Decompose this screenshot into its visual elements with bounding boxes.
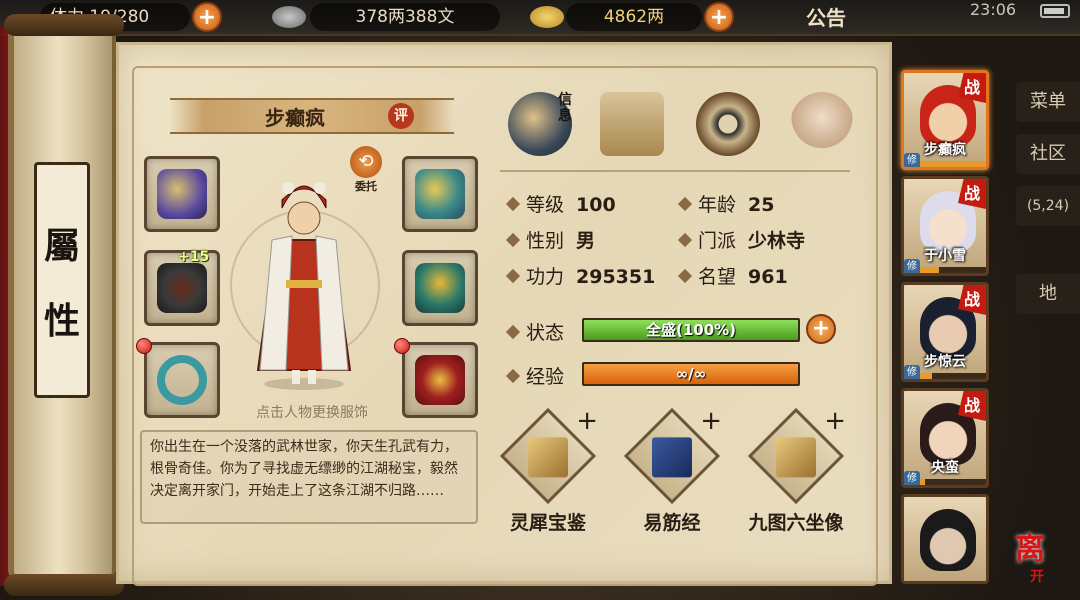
change-outfit-hint: 点击人物更换服饰	[256, 405, 368, 421]
diamond-bullet-icon	[677, 268, 693, 284]
cultivate-badge: 修	[904, 153, 920, 167]
golden-book-icon	[776, 437, 816, 478]
section-divider	[500, 170, 850, 172]
helmet-icon	[415, 169, 465, 219]
scroll-rod-top	[4, 14, 124, 36]
exp-bar: ∞/∞	[582, 362, 800, 386]
scroll-rod-bottom	[4, 574, 124, 596]
roster-bar	[918, 267, 986, 273]
notice-button[interactable]: 公告	[806, 2, 846, 31]
side-place: 地	[1016, 274, 1080, 314]
community-button[interactable]: 社区	[1016, 134, 1080, 174]
attributes-tab-char1: 屬	[43, 224, 80, 267]
character-sprite[interactable]	[246, 170, 362, 392]
exp-bar-text: ∞/∞	[675, 365, 707, 383]
party-roster: 战 步癫疯 修 战 于小雪 修 战 步惊云 修 战 央蛮 修	[895, 62, 997, 584]
skill-slot-1[interactable]: + 灵犀宝鉴	[488, 406, 608, 535]
roster-card-2[interactable]: 战 于小雪 修	[901, 176, 989, 276]
gourd-accessory-icon	[415, 355, 465, 405]
cultivate-badge: 修	[904, 365, 920, 379]
add-skill-icon[interactable]: +	[576, 406, 598, 436]
roster-card-5[interactable]	[901, 494, 989, 584]
diamond-bullet-icon	[505, 268, 521, 284]
money-counter: 378两388文	[310, 3, 500, 31]
notification-dot	[394, 338, 410, 354]
add-skill-icon[interactable]: +	[824, 406, 846, 436]
diamond-bullet-icon	[505, 232, 521, 248]
cultivate-badge: 修	[904, 471, 920, 485]
add-gold-button[interactable]: +	[704, 2, 734, 32]
skill-name: 易筋经	[643, 512, 701, 534]
exp-label: 经验	[505, 362, 576, 389]
stat-gender: 性别男	[505, 226, 595, 253]
equip-slot-armor[interactable]	[402, 250, 478, 326]
mace-weapon-icon	[157, 263, 207, 313]
equip-slot-helmet[interactable]	[402, 156, 478, 232]
roster-bar	[918, 161, 986, 167]
blue-book-icon	[652, 437, 692, 478]
attributes-tab[interactable]: 屬 性	[34, 162, 90, 398]
info-tab-label: 信息	[558, 92, 572, 124]
add-stamina-button[interactable]: +	[192, 2, 222, 32]
cultivate-badge: 修	[904, 259, 920, 273]
side-progress: (5,24)	[1016, 186, 1080, 226]
equip-slot-accessory[interactable]	[402, 342, 478, 418]
notification-dot	[136, 338, 152, 354]
skill-name: 灵犀宝鉴	[509, 512, 586, 534]
roster-card-3[interactable]: 战 步惊云 修	[901, 282, 989, 382]
enhance-level-badge: +15	[178, 249, 210, 265]
delegate-button[interactable]: ⟲ 委托	[346, 146, 386, 196]
status-label: 状态	[505, 318, 576, 345]
character-name: 步癫疯	[265, 106, 325, 130]
jade-ring-icon	[157, 355, 207, 405]
stat-level: 等级 100	[505, 190, 616, 217]
leave-button-sub: 开	[1030, 569, 1044, 585]
stat-age: 年龄 25	[677, 190, 774, 217]
skill-name: 九图六坐像	[748, 512, 844, 534]
bagua-tab-icon[interactable]	[696, 92, 760, 156]
armor-icon	[415, 263, 465, 313]
battery-icon	[1040, 4, 1070, 18]
meridian-body-tab-icon[interactable]	[790, 92, 854, 156]
restore-status-button[interactable]: +	[806, 314, 836, 344]
skill-slot-3[interactable]: + 九图六坐像	[736, 406, 856, 535]
status-bar: 全盛(100%)	[582, 318, 800, 342]
stat-sect: 门派 少林寺	[677, 226, 805, 253]
stat-fame: 名望 961	[677, 262, 788, 289]
roster-card-1[interactable]: 战 步癫疯 修	[901, 70, 989, 170]
diamond-bullet-icon	[677, 196, 693, 212]
status-bar-text: 全盛(100%)	[645, 321, 737, 339]
diamond-bullet-icon	[505, 368, 521, 384]
delegate-label: 委托	[355, 180, 377, 193]
evaluate-button[interactable]: 评	[388, 103, 414, 129]
gold-ingot-icon	[530, 6, 564, 28]
gauntlet-icon	[157, 169, 207, 219]
equip-slot-gauntlet[interactable]	[144, 156, 220, 232]
equip-slot-ring[interactable]	[144, 342, 220, 418]
character-bio: 你出生在一个没落的武林世家，你天生孔武有力，根骨奇佳。你为了寻找虚无缥缈的江湖秘…	[140, 430, 478, 524]
menu-button[interactable]: 菜单	[1016, 82, 1080, 122]
skill-slot-2[interactable]: + 易筋经	[612, 406, 732, 535]
roster-bar	[918, 479, 986, 485]
attributes-tab-char2: 性	[43, 299, 80, 342]
gold-counter: 4862两	[566, 3, 702, 31]
diamond-bullet-icon	[677, 232, 693, 248]
roster-bar	[918, 373, 986, 379]
golden-book-icon	[528, 437, 568, 478]
scroll-map-tab-icon[interactable]	[600, 92, 664, 156]
clock: 23:06	[970, 0, 1017, 19]
diamond-bullet-icon	[505, 196, 521, 212]
add-skill-icon[interactable]: +	[700, 406, 722, 436]
swap-arrows-icon: ⟲	[350, 146, 382, 178]
top-status-bar: 体力 19/280 + 378两388文 4862两 + 公告 23:06	[0, 0, 1080, 36]
diamond-bullet-icon	[505, 324, 521, 340]
silver-coin-icon	[272, 6, 306, 28]
portrait-avatar	[920, 509, 976, 571]
stat-power: 功力 295351	[505, 262, 655, 289]
roster-card-4[interactable]: 战 央蛮 修	[901, 388, 989, 488]
